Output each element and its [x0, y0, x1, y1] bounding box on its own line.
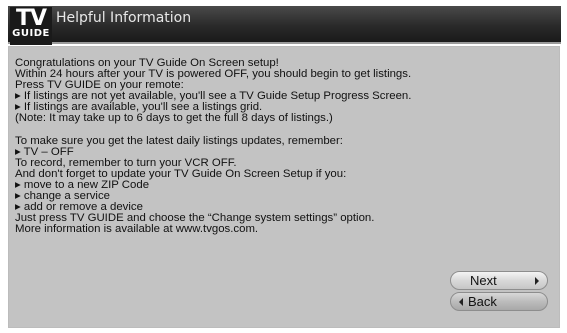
info-line: To make sure you get the latest daily li…: [15, 134, 343, 147]
info-line: (Note: It may take up to 6 days to get t…: [15, 112, 333, 125]
logo-guide-text: GUIDE: [12, 28, 50, 39]
content-panel: Congratulations on your TV Guide On Scre…: [8, 46, 560, 328]
triangle-right-icon: [535, 277, 539, 285]
back-button[interactable]: Back: [450, 292, 548, 311]
tv-guide-logo: TV GUIDE: [10, 7, 52, 45]
back-button-label: Back: [468, 294, 497, 309]
header-bar: TV GUIDE Helpful Information: [8, 6, 561, 45]
page-title: Helpful Information: [56, 10, 192, 26]
info-line: More information is available at www.tvg…: [15, 223, 259, 236]
triangle-left-icon: [459, 298, 463, 306]
info-text: Congratulations on your TV Guide On Scre…: [15, 57, 545, 236]
logo-tv-text: TV: [15, 6, 47, 31]
next-button-label: Next: [470, 273, 497, 288]
blank-line: [15, 125, 545, 136]
tv-guide-screen: TV GUIDE Helpful Information Congratulat…: [0, 0, 567, 333]
next-button[interactable]: Next: [450, 271, 548, 290]
